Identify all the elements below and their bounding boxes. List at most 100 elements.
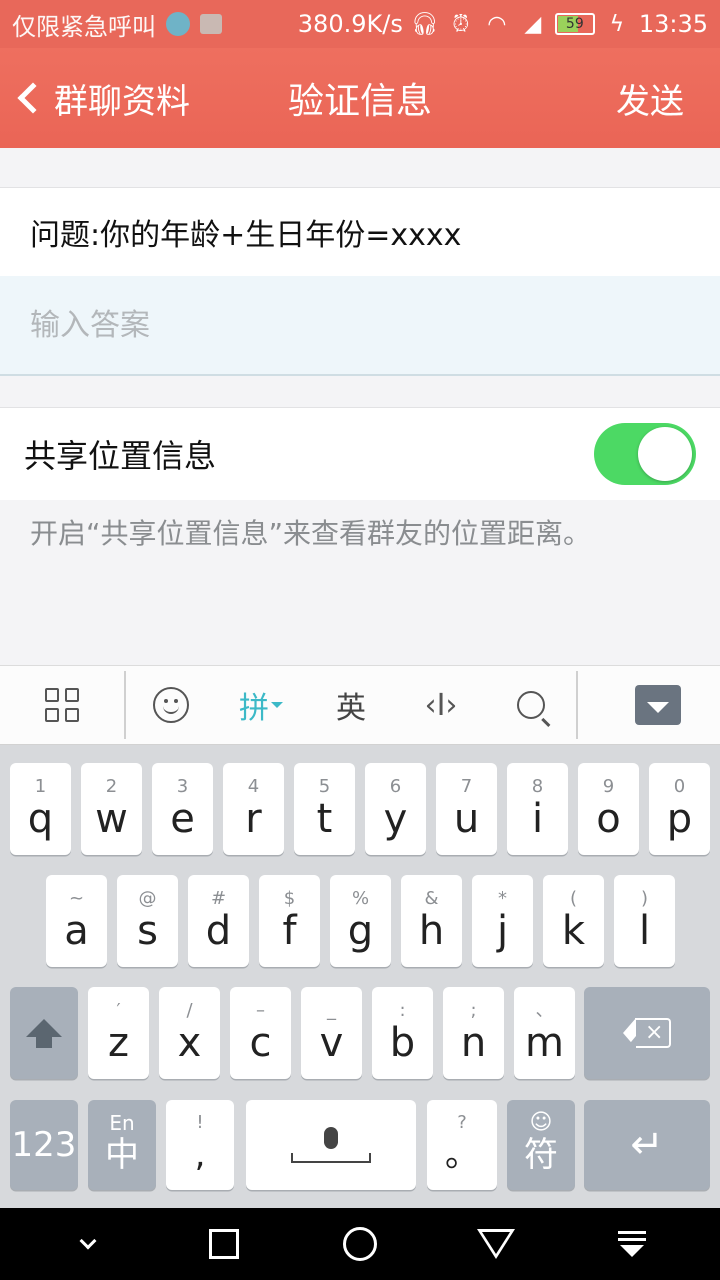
network-speed: 380.9K/s [297, 10, 403, 38]
key-h[interactable]: & h [401, 875, 462, 967]
system-navigation-bar [0, 1208, 720, 1280]
key-letter: e [170, 796, 195, 842]
headphones-icon: 🎧︎ [410, 11, 439, 37]
key-letter: r [245, 796, 262, 842]
key-hint: / [186, 1000, 193, 1021]
key-j[interactable]: * j [472, 875, 533, 967]
key-hint: ; [470, 1000, 477, 1021]
key-letter: w [95, 796, 128, 842]
battery-level: 59 [565, 16, 584, 32]
hide-keyboard-button[interactable] [596, 685, 720, 725]
menu-grid-button[interactable] [0, 665, 124, 745]
chevron-left-icon [17, 82, 49, 114]
symbols-key[interactable]: ☺ 符 [507, 1100, 575, 1190]
key-b[interactable]: :b [372, 987, 433, 1079]
send-button[interactable]: 发送 [616, 74, 720, 123]
answer-input[interactable] [30, 307, 670, 343]
key-hint: # [210, 888, 227, 909]
key-letter: b [389, 1020, 416, 1066]
pinyin-mode-button[interactable]: 拼 [216, 665, 306, 745]
key-y[interactable]: 6y [365, 763, 426, 855]
key-hint: – [256, 1000, 265, 1021]
soft-keyboard: 1q2w3e4r5t6y7u8i9o0p ~ a @ s # d $ f% g & h * j(k) l … [0, 745, 720, 1208]
smile-icon [153, 687, 189, 723]
key-letter: a [64, 908, 89, 954]
collapse-button[interactable] [48, 1208, 128, 1280]
cursor-move-button[interactable]: ‹I› [396, 665, 486, 745]
key-letter: m [525, 1020, 564, 1066]
share-location-description: 开启“共享位置信息”来查看群友的位置距离。 [30, 517, 592, 550]
navigation-bar: 群聊资料 验证信息 发送 [0, 48, 720, 148]
key-o[interactable]: 9o [578, 763, 639, 855]
key-letter: g [347, 908, 374, 954]
back-button[interactable]: 群聊资料 [0, 74, 190, 123]
triangle-back-icon [477, 1229, 515, 1259]
key-letter: q [27, 796, 54, 842]
key-i[interactable]: 8i [507, 763, 568, 855]
shift-key[interactable] [10, 987, 78, 1079]
key-letter: v [319, 1020, 344, 1066]
key-letter: d [205, 908, 232, 954]
wifi-icon: ◠ [487, 11, 507, 37]
backspace-icon: × [623, 1018, 671, 1060]
enter-icon: ↵ [630, 1122, 664, 1168]
key-letter: f [282, 908, 297, 954]
backspace-key[interactable]: × [584, 987, 710, 1079]
space-key[interactable] [246, 1100, 416, 1190]
english-mode-button[interactable]: 英 [306, 665, 396, 745]
key-d[interactable]: # d [188, 875, 249, 967]
key-u[interactable]: 7u [436, 763, 497, 855]
key-hint: 4 [247, 776, 260, 797]
back-nav-button[interactable] [456, 1208, 536, 1280]
back-label: 群聊资料 [54, 81, 190, 122]
key-s[interactable]: @ s [117, 875, 178, 967]
key-letter: u [453, 796, 480, 842]
microphone-icon [291, 1127, 371, 1163]
period-key[interactable]: ? 。 [427, 1100, 497, 1190]
key-hint: 0 [673, 776, 686, 797]
key-hint: 2 [105, 776, 118, 797]
key-x[interactable]: / x [159, 987, 220, 1079]
key-t[interactable]: 5t [294, 763, 355, 855]
section-spacer [0, 148, 720, 188]
key-c[interactable]: – c [230, 987, 291, 1079]
shift-icon [26, 1018, 62, 1037]
key-k[interactable]: (k [543, 875, 604, 967]
key-z[interactable]: ′ z [88, 987, 149, 1079]
key-p[interactable]: 0p [649, 763, 710, 855]
key-l[interactable]: ) l [614, 875, 675, 967]
key-hint: * [498, 888, 507, 909]
key-n[interactable]: ; n [443, 987, 504, 1079]
share-location-row: 共享位置信息 [0, 408, 720, 500]
key-q[interactable]: 1q [10, 763, 71, 855]
key-f[interactable]: $ f [259, 875, 320, 967]
key-e[interactable]: 3e [152, 763, 213, 855]
text-cursor-icon: ‹I› [424, 687, 458, 723]
share-location-label: 共享位置信息 [24, 437, 217, 475]
key-letter: c [249, 1020, 272, 1066]
pull-down-icon [618, 1231, 646, 1257]
emoji-button[interactable] [126, 665, 216, 745]
recents-button[interactable] [184, 1208, 264, 1280]
comma-key[interactable]: ! , [166, 1100, 234, 1190]
language-switch-key[interactable]: En 中 [88, 1100, 156, 1190]
hide-keyboard-icon [635, 685, 681, 725]
key-a[interactable]: ~ a [46, 875, 107, 967]
carrier-notice: 仅限紧急呼叫 [12, 12, 156, 41]
numbers-key[interactable]: 123 [10, 1100, 78, 1190]
key-hint: ) [640, 888, 649, 909]
home-button[interactable] [320, 1208, 400, 1280]
notification-pull-button[interactable] [592, 1208, 672, 1280]
key-w[interactable]: 2w [81, 763, 142, 855]
share-location-toggle[interactable] [594, 423, 696, 485]
key-g[interactable]: % g [330, 875, 391, 967]
key-letter: i [531, 796, 544, 842]
key-v[interactable]: _ v [301, 987, 362, 1079]
enter-key[interactable]: ↵ [584, 1100, 710, 1190]
answer-row[interactable] [0, 276, 720, 376]
key-r[interactable]: 4r [223, 763, 284, 855]
key-letter: x [177, 1020, 202, 1066]
keyboard-search-button[interactable] [486, 665, 576, 745]
key-letter: t [316, 796, 333, 842]
key-m[interactable]: 、 m [514, 987, 575, 1079]
